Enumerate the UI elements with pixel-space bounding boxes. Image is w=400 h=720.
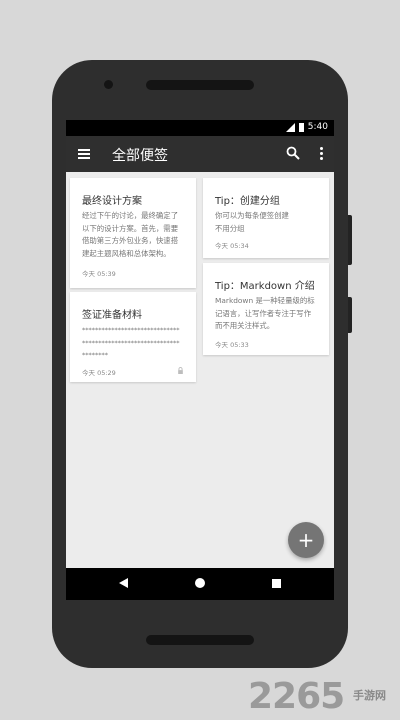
note-card-tip-markdown[interactable]: Tip：Markdown 介绍 Markdown 是一种轻量级的标 记语言，让写…	[203, 263, 329, 355]
status-time: 5:40	[307, 122, 328, 132]
power-button	[348, 297, 352, 333]
lock-icon	[178, 367, 183, 374]
search-icon[interactable]	[286, 146, 300, 160]
note-body: 经过下午的讨论，最终确定了 以下的设计方案。首先，需要 借助第三方外包业务，快速…	[82, 211, 179, 258]
note-time: 今天 05:34	[215, 242, 249, 250]
note-card-visa[interactable]: 签证准备材料 ****************************** **…	[70, 292, 196, 382]
menu-icon[interactable]	[78, 148, 90, 160]
watermark-sub: 手游网	[353, 689, 386, 702]
note-card-tip-group[interactable]: Tip：创建分组 你可以为每条便签创建 不用分组 今天 05:34	[203, 178, 329, 258]
add-note-button[interactable]: +	[288, 522, 324, 558]
top-speaker	[146, 80, 254, 90]
note-card-design[interactable]: 最终设计方案 经过下午的讨论，最终确定了 以下的设计方案。首先，需要 借助第三方…	[70, 178, 196, 288]
note-time: 今天 05:33	[215, 341, 249, 349]
note-body: ****************************** *********…	[82, 326, 180, 359]
note-title: 签证准备材料	[82, 310, 142, 321]
note-time: 今天 05:29	[82, 369, 116, 377]
recents-icon[interactable]	[272, 579, 281, 588]
battery-icon	[298, 122, 304, 132]
more-vert-icon[interactable]	[320, 147, 324, 161]
volume-button	[348, 215, 352, 265]
back-icon[interactable]	[119, 578, 128, 588]
note-body: 你可以为每条便签创建 不用分组	[215, 211, 289, 233]
front-camera	[104, 80, 113, 89]
phone-screen: 5:40 全部便签 最终设计方案 经过下午的讨论，最终确定了 以下的设计方案。首…	[66, 120, 334, 600]
note-body: Markdown 是一种轻量级的标 记语言，让写作者专注于写作 而不用关注样式。	[215, 296, 315, 330]
note-title: Tip：Markdown 介绍	[215, 281, 315, 292]
status-bar: 5:40	[66, 120, 334, 136]
note-title: 最终设计方案	[82, 196, 142, 207]
signal-icon	[285, 122, 295, 132]
home-icon[interactable]	[195, 578, 205, 588]
note-time: 今天 05:39	[82, 270, 116, 278]
bottom-speaker	[146, 635, 254, 645]
page-title: 全部便签	[112, 148, 168, 164]
watermark-logo: 2265	[248, 676, 345, 717]
app-bar: 全部便签	[66, 136, 334, 172]
navigation-bar	[66, 568, 334, 600]
note-title: Tip：创建分组	[215, 196, 280, 207]
